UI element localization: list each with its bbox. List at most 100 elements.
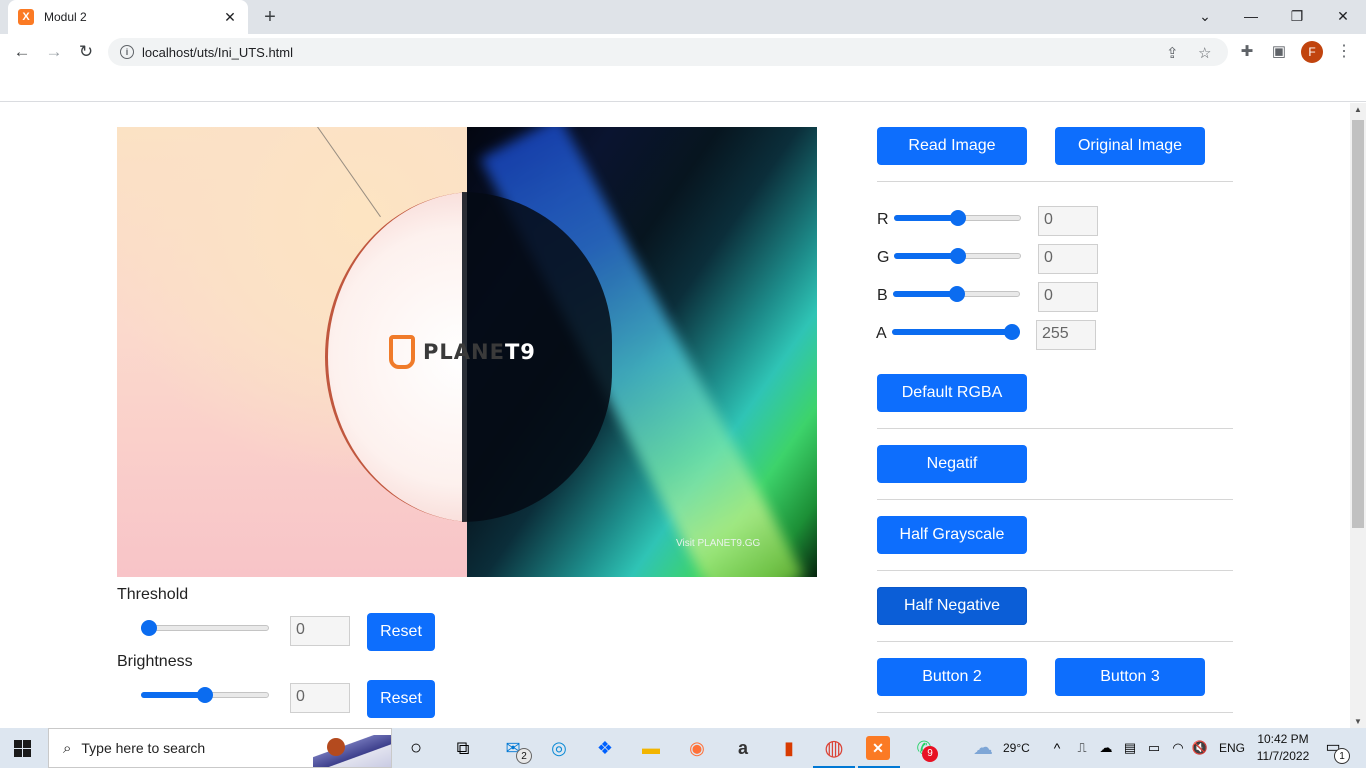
notification-count: 1 bbox=[1334, 748, 1350, 764]
language-indicator[interactable]: ENG bbox=[1219, 741, 1245, 755]
address-bar[interactable]: i localhost/uts/Ini_UTS.html ⇪ ☆ bbox=[108, 38, 1228, 66]
windows-start-icon[interactable] bbox=[14, 740, 31, 757]
brightness-label: Brightness bbox=[117, 653, 193, 670]
brightness-reset-button[interactable]: Reset bbox=[367, 680, 435, 718]
divider bbox=[877, 428, 1233, 429]
system-clock[interactable]: 10:42 PM 11/7/2022 bbox=[1254, 731, 1312, 765]
light-streak bbox=[317, 127, 381, 218]
battery-icon[interactable]: ▭ bbox=[1141, 736, 1167, 760]
planet9-logo: PLANET9 bbox=[389, 332, 536, 372]
page-scrollbar[interactable]: ▲ ▼ bbox=[1350, 103, 1366, 728]
search-icon: ⌕ bbox=[63, 739, 72, 757]
clock-date: 11/7/2022 bbox=[1256, 749, 1310, 763]
a-slider[interactable] bbox=[892, 324, 1020, 340]
browser-tab[interactable]: X Modul 2 ✕ bbox=[8, 0, 248, 34]
minimize-button[interactable]: — bbox=[1228, 0, 1274, 34]
xampp-icon[interactable]: ✕ bbox=[866, 736, 890, 760]
b-slider[interactable] bbox=[893, 286, 1020, 302]
g-slider[interactable] bbox=[894, 248, 1021, 264]
a-slider-thumb[interactable] bbox=[1004, 324, 1020, 340]
brightness-value-field[interactable]: 0 bbox=[290, 683, 350, 713]
original-image-button[interactable]: Original Image bbox=[1055, 127, 1205, 165]
weather-cloud-icon[interactable]: ☁ bbox=[970, 736, 996, 760]
tab-close-icon[interactable]: ✕ bbox=[222, 9, 238, 26]
g-slider-thumb[interactable] bbox=[949, 248, 966, 264]
scroll-up-arrow-icon[interactable]: ▲ bbox=[1354, 105, 1362, 114]
dropbox-icon[interactable]: ❖ bbox=[592, 736, 618, 760]
file-explorer-icon[interactable]: ▬ bbox=[638, 736, 664, 760]
negatif-button[interactable]: Negatif bbox=[877, 445, 1027, 483]
brightness-slider-thumb[interactable] bbox=[197, 687, 213, 703]
back-icon[interactable]: ← bbox=[10, 40, 34, 64]
more-menu-icon[interactable]: ⋮ bbox=[1336, 41, 1352, 63]
scroll-down-arrow-icon[interactable]: ▼ bbox=[1354, 717, 1362, 726]
tab-title: Modul 2 bbox=[44, 10, 87, 24]
half-negative-button[interactable]: Half Negative bbox=[877, 587, 1027, 625]
edge-icon[interactable]: ◎ bbox=[546, 736, 572, 760]
divider bbox=[877, 181, 1233, 182]
amazon-icon[interactable]: a bbox=[730, 736, 756, 760]
divider bbox=[877, 570, 1233, 571]
threshold-reset-button[interactable]: Reset bbox=[367, 613, 435, 651]
threshold-slider[interactable] bbox=[141, 620, 269, 636]
site-info-icon[interactable]: i bbox=[120, 45, 134, 59]
r-slider[interactable] bbox=[894, 210, 1021, 226]
page-viewport: PLANET9 Visit PLANET9.GG Threshold 0 Res… bbox=[0, 103, 1350, 728]
tray-usb-icon[interactable]: ⎍ bbox=[1069, 736, 1095, 760]
office-icon[interactable]: ▮ bbox=[776, 736, 802, 760]
new-tab-button[interactable]: + bbox=[258, 5, 282, 29]
taskbar-search-box[interactable]: ⌕ Type here to search bbox=[48, 728, 392, 768]
tab-strip: X Modul 2 ✕ + ⌄ — ❐ ✕ bbox=[0, 0, 1366, 34]
scrollbar-thumb[interactable] bbox=[1352, 120, 1364, 528]
firefox-icon[interactable]: ◉ bbox=[684, 736, 710, 760]
forward-icon[interactable]: → bbox=[42, 40, 66, 64]
threshold-value-field[interactable]: 0 bbox=[290, 616, 350, 646]
b-value-field[interactable]: 0 bbox=[1038, 282, 1098, 312]
tray-chevron-up-icon[interactable]: ^ bbox=[1044, 736, 1070, 760]
weather-temperature[interactable]: 29°C bbox=[1003, 741, 1030, 755]
whatsapp-badge: 9 bbox=[922, 746, 938, 762]
r-label: R bbox=[877, 211, 889, 228]
reload-icon[interactable]: ↻ bbox=[74, 40, 98, 64]
default-rgba-button[interactable]: Default RGBA bbox=[877, 374, 1027, 412]
logo-text-right: T9 bbox=[504, 340, 536, 364]
divider bbox=[877, 712, 1233, 713]
tab-search-chevron-icon[interactable]: ⌄ bbox=[1182, 0, 1228, 34]
share-icon[interactable]: ⇪ bbox=[1166, 44, 1179, 62]
volume-muted-icon[interactable]: 🔇 bbox=[1187, 736, 1213, 760]
windows-taskbar: ⌕ Type here to search ○ ⧉ ✉ 2 ◎ ❖ ▬ ◉ a … bbox=[0, 728, 1366, 768]
g-label: G bbox=[877, 249, 890, 266]
task-view-icon[interactable]: ⧉ bbox=[450, 736, 476, 760]
b-label: B bbox=[877, 287, 888, 304]
bookmark-bar bbox=[0, 70, 1366, 102]
brightness-slider[interactable] bbox=[141, 687, 269, 703]
mail-badge: 2 bbox=[516, 748, 532, 764]
a-value-field[interactable]: 255 bbox=[1036, 320, 1096, 350]
profile-avatar[interactable]: F bbox=[1301, 41, 1323, 63]
button-3[interactable]: Button 3 bbox=[1055, 658, 1205, 696]
read-image-button[interactable]: Read Image bbox=[877, 127, 1027, 165]
image-canvas: PLANET9 Visit PLANET9.GG bbox=[117, 127, 817, 577]
g-value-field[interactable]: 0 bbox=[1038, 244, 1098, 274]
url-text: localhost/uts/Ini_UTS.html bbox=[142, 44, 294, 60]
half-grayscale-button[interactable]: Half Grayscale bbox=[877, 516, 1027, 554]
restore-button[interactable]: ❐ bbox=[1274, 0, 1320, 34]
close-window-button[interactable]: ✕ bbox=[1320, 0, 1366, 34]
button-2[interactable]: Button 2 bbox=[877, 658, 1027, 696]
search-highlight-moon bbox=[327, 738, 345, 756]
r-value-field[interactable]: 0 bbox=[1038, 206, 1098, 236]
chrome-icon[interactable]: ◍ bbox=[821, 736, 847, 760]
visit-text: Visit PLANET9.GG bbox=[676, 538, 761, 549]
r-slider-thumb[interactable] bbox=[949, 210, 966, 226]
side-panel-icon[interactable]: ▣ bbox=[1268, 41, 1290, 63]
planet9-logo-icon bbox=[389, 335, 415, 369]
tray-app-icon[interactable]: ▤ bbox=[1117, 736, 1143, 760]
onedrive-icon[interactable]: ☁ bbox=[1093, 736, 1119, 760]
bookmark-star-icon[interactable]: ☆ bbox=[1198, 44, 1211, 62]
cortana-icon[interactable]: ○ bbox=[403, 736, 429, 760]
extensions-puzzle-icon[interactable]: ✚ bbox=[1236, 41, 1258, 63]
xampp-favicon-icon: X bbox=[18, 9, 34, 25]
a-label: A bbox=[876, 325, 887, 342]
b-slider-thumb[interactable] bbox=[948, 286, 965, 302]
threshold-slider-thumb[interactable] bbox=[141, 620, 157, 636]
